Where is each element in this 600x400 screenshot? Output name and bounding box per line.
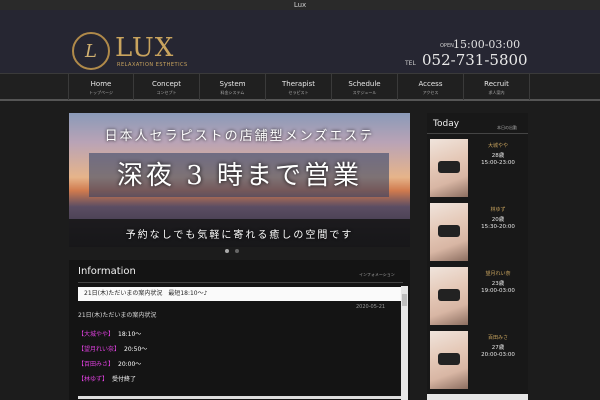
nav-label: Therapist: [282, 80, 315, 88]
nav-sublabel: スケジュール: [352, 90, 377, 95]
notice-header[interactable]: 21日(木)ただいまの案内状況 最短18:10～♪: [78, 287, 401, 301]
list-item: 【大城やや】 18:10～: [78, 326, 401, 341]
nav-item-home[interactable]: Home トップページ: [68, 74, 134, 100]
therapist-name[interactable]: 百田みさ: [470, 334, 526, 341]
today-subtitle: 本日の出勤: [497, 125, 517, 130]
nav-sublabel: 求人案内: [488, 90, 505, 95]
nav-sublabel: コンセプト: [156, 90, 177, 95]
phone-number[interactable]: 052-731-5800: [422, 51, 528, 69]
nav-label: Schedule: [348, 80, 381, 88]
nav-item-schedule[interactable]: Schedule スケジュール: [332, 74, 398, 100]
notice-body: 21日(木)ただいまの案内状況 【大城やや】 18:10～ 【望月れい奈】 20:5…: [78, 310, 401, 386]
therapist-age: 20歳: [491, 217, 505, 223]
therapist-name[interactable]: 望月れい奈: [470, 270, 526, 277]
availability: 18:10～: [118, 331, 142, 338]
therapist-name: 【望月れい奈】: [78, 346, 121, 353]
divider: [78, 282, 403, 283]
banner-headline: 深夜 3 時まで営業: [116, 161, 363, 191]
therapist-name: 【林ゆず】: [78, 376, 109, 383]
therapist-hours: 19:00-03:00: [481, 288, 515, 294]
availability: 20:50～: [124, 346, 148, 353]
tel-label: TEL: [405, 60, 416, 67]
photo-detail: [438, 353, 460, 365]
nav-item-access[interactable]: Access アクセス: [398, 74, 464, 100]
today-title: Today: [433, 119, 460, 129]
therapist-photo[interactable]: [430, 203, 468, 261]
therapist-card[interactable]: 望月れい奈 23歳 19:00-03:00: [427, 267, 528, 327]
availability: 受付終了: [112, 376, 137, 383]
banner-tagline: 日本人セラピストの店舗型メンズエステ: [104, 129, 375, 144]
open-label: OPEN: [440, 43, 454, 49]
therapist-age: 27歳: [491, 345, 505, 351]
today-panel: Today 本日の出勤 大城やや 28歳 15:00-23:00 林ゆず 20歳…: [427, 113, 528, 400]
list-item: 【林ゆず】 受付終了: [78, 371, 401, 386]
banner-caption: 予約なしでも気軽に寄れる癒しの空間です: [125, 230, 354, 241]
nav-item-therapist[interactable]: Therapist セラピスト: [266, 74, 332, 100]
sidebar-footer: [427, 394, 528, 400]
therapist-name: 【百田みさ】: [78, 361, 115, 368]
therapist-age: 28歳: [491, 153, 505, 159]
therapist-name[interactable]: 林ゆず: [470, 206, 526, 213]
nav-label: Recruit: [484, 80, 509, 88]
nav-label: System: [219, 80, 246, 88]
nav-item-concept[interactable]: Concept コンセプト: [134, 74, 200, 100]
nav-label: Home: [90, 80, 112, 88]
nav-sublabel: 料金システム: [220, 90, 245, 95]
list-item: 【百田みさ】 20:00～: [78, 356, 401, 371]
nav-label: Concept: [152, 80, 181, 88]
window-title: Lux: [0, 0, 600, 10]
availability: 20:00～: [118, 361, 142, 368]
nav-sublabel: アクセス: [422, 90, 439, 95]
therapist-card[interactable]: 大城やや 28歳 15:00-23:00: [427, 139, 528, 199]
therapist-card[interactable]: 百田みさ 27歳 20:00-03:00: [427, 331, 528, 391]
nav-label: Access: [418, 80, 443, 88]
divider: [427, 133, 528, 134]
notice-heading: 21日(木)ただいまの案内状況: [78, 312, 157, 319]
hero-banner[interactable]: 日本人セラピストの店舗型メンズエステ 深夜 3 時まで営業 予約なしでも気軽に寄…: [69, 113, 410, 247]
list-item: 【望月れい奈】 20:50～: [78, 341, 401, 356]
information-subtitle: インフォメーション: [359, 272, 395, 277]
scroll-thumb[interactable]: [402, 294, 407, 306]
panel-footer: [78, 396, 401, 399]
therapist-photo[interactable]: [430, 267, 468, 325]
photo-detail: [438, 289, 460, 301]
slider-dot[interactable]: [225, 249, 229, 253]
nav-item-recruit[interactable]: Recruit 求人案内: [464, 74, 530, 100]
logo-subtitle: RELAXATION ESTHETICS: [117, 62, 188, 68]
therapist-name: 【大城やや】: [78, 331, 115, 338]
therapist-hours: 15:30-20:00: [481, 224, 515, 230]
nav-sublabel: トップページ: [89, 90, 113, 95]
photo-detail: [438, 161, 460, 173]
slider-dot[interactable]: [235, 249, 239, 253]
therapist-hours: 15:00-23:00: [481, 160, 515, 166]
therapist-age: 23歳: [491, 281, 505, 287]
scrollbar[interactable]: [401, 286, 408, 400]
nav-item-system[interactable]: System 料金システム: [200, 74, 266, 100]
nav-sublabel: セラピスト: [288, 90, 309, 95]
photo-detail: [438, 225, 460, 237]
slider-dots: [225, 249, 239, 253]
main-nav: Home トップページ Concept コンセプト System 料金システム The…: [0, 73, 600, 101]
logo-letter: L: [85, 40, 97, 62]
logo-text[interactable]: LUX: [115, 34, 174, 62]
site-header: L LUX RELAXATION ESTHETICS OPEN 15:00-03…: [0, 10, 600, 73]
open-hours: 15:00-03:00: [453, 38, 521, 51]
therapist-name[interactable]: 大城やや: [470, 142, 526, 149]
therapist-card[interactable]: 林ゆず 20歳 15:30-20:00: [427, 203, 528, 263]
information-panel: Information インフォメーション 21日(木)ただいまの案内状況 最短…: [69, 260, 410, 400]
logo-emblem[interactable]: L: [72, 32, 110, 70]
information-title: Information: [78, 266, 136, 277]
therapist-hours: 20:00-03:00: [481, 352, 515, 358]
therapist-photo[interactable]: [430, 331, 468, 389]
therapist-photo[interactable]: [430, 139, 468, 197]
